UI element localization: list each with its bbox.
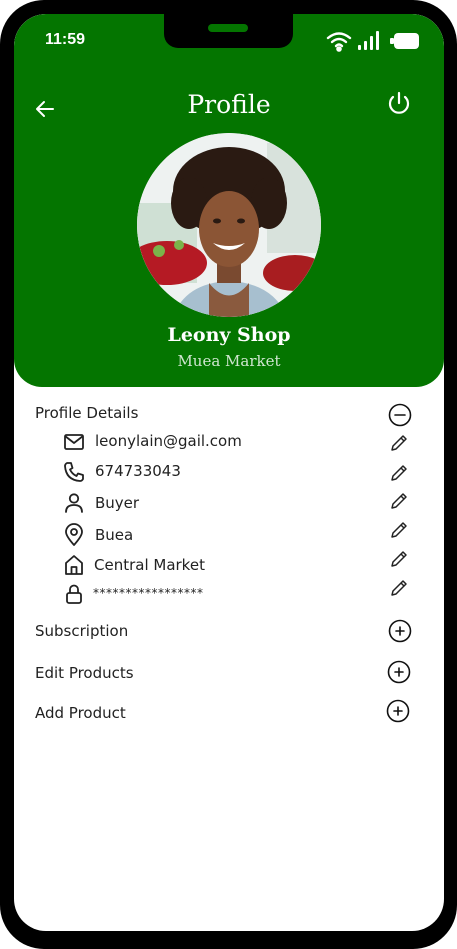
shop-location: Muea Market [177,352,281,370]
pencil-icon[interactable] [388,577,410,599]
status-time: 11:59 [45,31,86,48]
address-value: Central Market [94,556,205,574]
minus-circle-icon[interactable] [388,403,412,427]
pencil-icon[interactable] [388,490,410,512]
user-icon [65,493,83,513]
password-value: ***************** [93,586,204,600]
section-profile-details[interactable]: Profile Details [35,404,138,422]
plus-circle-icon[interactable] [386,699,410,723]
phone-icon [64,462,84,482]
screen: 11:59 Profile Leony Shop Muea Market Pro… [14,14,444,931]
phone-frame: 11:59 Profile Leony Shop Muea Market Pro… [0,0,457,949]
profile-header: 11:59 Profile Leony Shop Muea Market [14,14,444,387]
battery-icon [390,33,419,49]
notch [164,14,293,48]
section-edit-products[interactable]: Edit Products [35,664,134,682]
email-value: leonylain@gail.com [95,432,242,450]
pencil-icon[interactable] [388,548,410,570]
home-icon [65,555,83,575]
signal-icon [358,31,379,50]
avatar [137,133,321,317]
shop-name: Leony Shop [167,324,291,346]
phone-value: 674733043 [95,462,181,480]
status-icons [326,31,419,52]
lock-icon [66,584,82,604]
city-value: Buea [95,526,134,544]
location-pin-icon [65,523,83,546]
power-icon[interactable] [385,90,413,118]
notch-camera [208,24,248,32]
role-value: Buyer [95,494,140,512]
mail-icon [64,434,84,450]
pencil-icon[interactable] [388,432,410,454]
wifi-icon [326,32,352,52]
plus-circle-icon[interactable] [388,619,412,643]
section-add-product[interactable]: Add Product [35,704,126,722]
pencil-icon[interactable] [388,519,410,541]
page-title: Profile [187,90,271,119]
pencil-icon[interactable] [388,462,410,484]
avatar-photo [137,133,321,317]
section-subscription[interactable]: Subscription [35,622,128,640]
plus-circle-icon[interactable] [387,660,411,684]
